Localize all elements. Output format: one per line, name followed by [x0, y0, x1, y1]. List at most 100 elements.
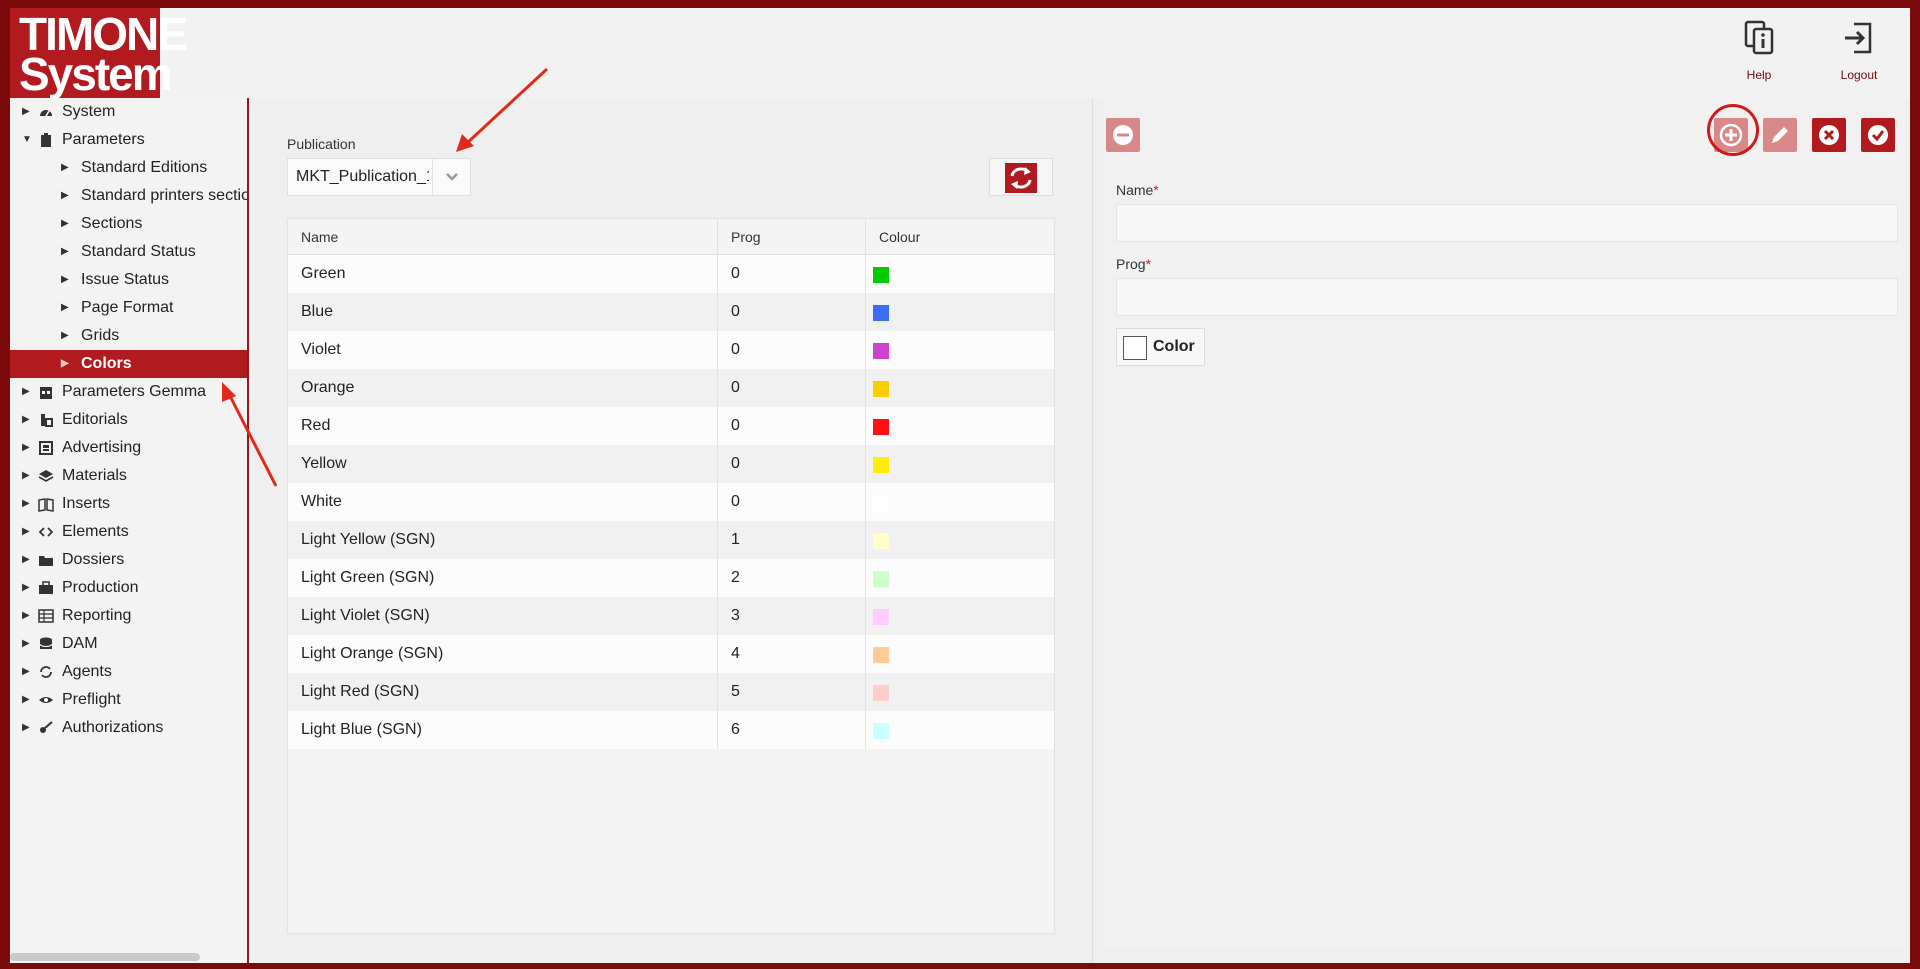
sidebar-tree: ▶ Authorizations ▶ Preflight ▶ Agents ▶ DAM ▶ Rep…	[10, 98, 249, 963]
column-header-prog[interactable]: Prog	[718, 219, 866, 254]
color-picker-button[interactable]: Color	[1116, 328, 1205, 366]
name-label-text: Name	[1116, 182, 1154, 198]
cell-colour	[866, 483, 1054, 521]
name-field[interactable]	[1116, 204, 1898, 242]
sidebar-item-label: Standard printers section	[81, 187, 249, 204]
table-row[interactable]: Light Green (SGN) 2	[288, 559, 1054, 597]
column-header-name[interactable]: Name	[288, 219, 718, 254]
sidebar-item-standard-status[interactable]: ▶ Standard Status	[10, 238, 247, 266]
caret-right-icon[interactable]: ▶	[61, 350, 71, 378]
caret-right-icon[interactable]: ▶	[22, 98, 32, 126]
caret-right-icon[interactable]: ▶	[61, 238, 71, 266]
prog-label-text: Prog	[1116, 256, 1146, 272]
key-icon	[40, 721, 53, 733]
sync-icon	[40, 666, 52, 678]
caret-right-icon[interactable]: ▶	[22, 658, 32, 686]
table-row[interactable]: Red 0	[288, 407, 1054, 445]
table-row[interactable]: Orange 0	[288, 369, 1054, 407]
sidebar-item-editorials[interactable]: ▶ Editorials	[10, 406, 247, 434]
sidebar-item-elements[interactable]: ▶ Elements	[10, 518, 247, 546]
caret-right-icon[interactable]: ▶	[61, 322, 71, 350]
caret-right-icon[interactable]: ▶	[22, 378, 32, 406]
cell-prog: 0	[718, 369, 866, 407]
chevron-down-icon[interactable]	[432, 159, 470, 195]
caret-right-icon[interactable]: ▶	[22, 434, 32, 462]
sidebar-item-agents[interactable]: ▶ Agents	[10, 658, 247, 686]
caret-right-icon[interactable]: ▶	[22, 406, 32, 434]
sidebar-item-label: Parameters	[62, 131, 145, 148]
cell-name: White	[288, 483, 718, 521]
sidebar-item-label: Page Format	[81, 299, 174, 316]
caret-right-icon[interactable]: ▶	[22, 686, 32, 714]
sidebar-item-colors[interactable]: ▶ Colors	[10, 350, 247, 378]
caret-right-icon[interactable]: ▶	[61, 266, 71, 294]
cell-name: Light Orange (SGN)	[288, 635, 718, 673]
caret-right-icon[interactable]: ▶	[61, 154, 71, 182]
sidebar-item-inserts[interactable]: ▶ Inserts	[10, 490, 247, 518]
sidebar-item-reporting[interactable]: ▶ Reporting	[10, 602, 247, 630]
caret-right-icon[interactable]: ▶	[22, 630, 32, 658]
sidebar-item-parameters-gemma[interactable]: ▶ Parameters Gemma	[10, 378, 247, 406]
caret-right-icon[interactable]: ▶	[22, 462, 32, 490]
sidebar-item-grids[interactable]: ▶ Grids	[10, 322, 247, 350]
sidebar-item-page-format[interactable]: ▶ Page Format	[10, 294, 247, 322]
table-row[interactable]: Violet 0	[288, 331, 1054, 369]
caret-right-icon[interactable]: ▶	[61, 210, 71, 238]
table-row[interactable]: Blue 0	[288, 293, 1054, 331]
sidebar-item-issue-status[interactable]: ▶ Issue Status	[10, 266, 247, 294]
caret-right-icon[interactable]: ▶	[22, 546, 32, 574]
prog-field[interactable]	[1116, 278, 1898, 316]
caret-down-icon[interactable]: ▼	[22, 126, 32, 154]
color-swatch	[873, 381, 889, 397]
cancel-button[interactable]	[1812, 118, 1846, 152]
table-row[interactable]: Yellow 0	[288, 445, 1054, 483]
sidebar-item-standard-editions[interactable]: ▶ Standard Editions	[10, 154, 247, 182]
caret-right-icon[interactable]: ▶	[22, 518, 32, 546]
table-row[interactable]: Light Violet (SGN) 3	[288, 597, 1054, 635]
edit-button[interactable]	[1763, 118, 1797, 152]
caret-right-icon[interactable]: ▶	[22, 490, 32, 518]
caret-right-icon[interactable]: ▶	[22, 714, 32, 742]
sidebar-horizontal-scrollbar[interactable]	[10, 953, 200, 961]
confirm-button[interactable]	[1861, 118, 1895, 152]
color-swatch-preview	[1123, 336, 1147, 360]
publication-select[interactable]: MKT_Publication_1	[287, 158, 471, 196]
sidebar-item-label: Standard Editions	[81, 159, 208, 176]
table-row[interactable]: Green 0	[288, 255, 1054, 293]
table-row[interactable]: White 0	[288, 483, 1054, 521]
table-row[interactable]: Light Blue (SGN) 6	[288, 711, 1054, 749]
help-button[interactable]: Help	[1719, 20, 1799, 90]
cell-prog: 6	[718, 711, 866, 749]
sidebar-item-dam[interactable]: ▶ DAM	[10, 630, 247, 658]
refresh-button[interactable]	[989, 158, 1053, 196]
table-row[interactable]: Light Yellow (SGN) 1	[288, 521, 1054, 559]
caret-right-icon[interactable]: ▶	[61, 182, 71, 210]
color-swatch	[873, 609, 889, 625]
cell-prog: 5	[718, 673, 866, 711]
sidebar-item-materials[interactable]: ▶ Materials	[10, 462, 247, 490]
sidebar-item-label: Agents	[62, 663, 112, 680]
sidebar-item-standard-printers-section[interactable]: ▶ Standard printers section	[10, 182, 249, 210]
logout-button[interactable]: Logout	[1819, 20, 1899, 90]
sidebar-item-production[interactable]: ▶ Production	[10, 574, 247, 602]
cell-colour	[866, 293, 1054, 331]
sidebar-item-sections[interactable]: ▶ Sections	[10, 210, 247, 238]
sidebar-item-advertising[interactable]: ▶ Advertising	[10, 434, 247, 462]
sidebar-item-preflight[interactable]: ▶ Preflight	[10, 686, 247, 714]
sidebar-item-label: Standard Status	[81, 243, 196, 260]
table-row[interactable]: Light Red (SGN) 5	[288, 673, 1054, 711]
remove-button[interactable]	[1106, 118, 1140, 152]
sidebar-item-dossiers[interactable]: ▶ Dossiers	[10, 546, 247, 574]
cell-name: Blue	[288, 293, 718, 331]
sidebar-item-parameters[interactable]: ▼ Parameters	[10, 126, 247, 154]
sidebar-item-authorizations[interactable]: ▶ Authorizations	[10, 714, 247, 742]
table-row[interactable]: Light Orange (SGN) 4	[288, 635, 1054, 673]
column-header-colour[interactable]: Colour	[866, 219, 1054, 254]
caret-right-icon[interactable]: ▶	[22, 574, 32, 602]
sidebar-item-system[interactable]: ▶ System	[10, 98, 247, 126]
cell-colour	[866, 445, 1054, 483]
caret-right-icon[interactable]: ▶	[22, 602, 32, 630]
caret-right-icon[interactable]: ▶	[61, 294, 71, 322]
required-marker: *	[1153, 182, 1159, 198]
cell-prog: 2	[718, 559, 866, 597]
